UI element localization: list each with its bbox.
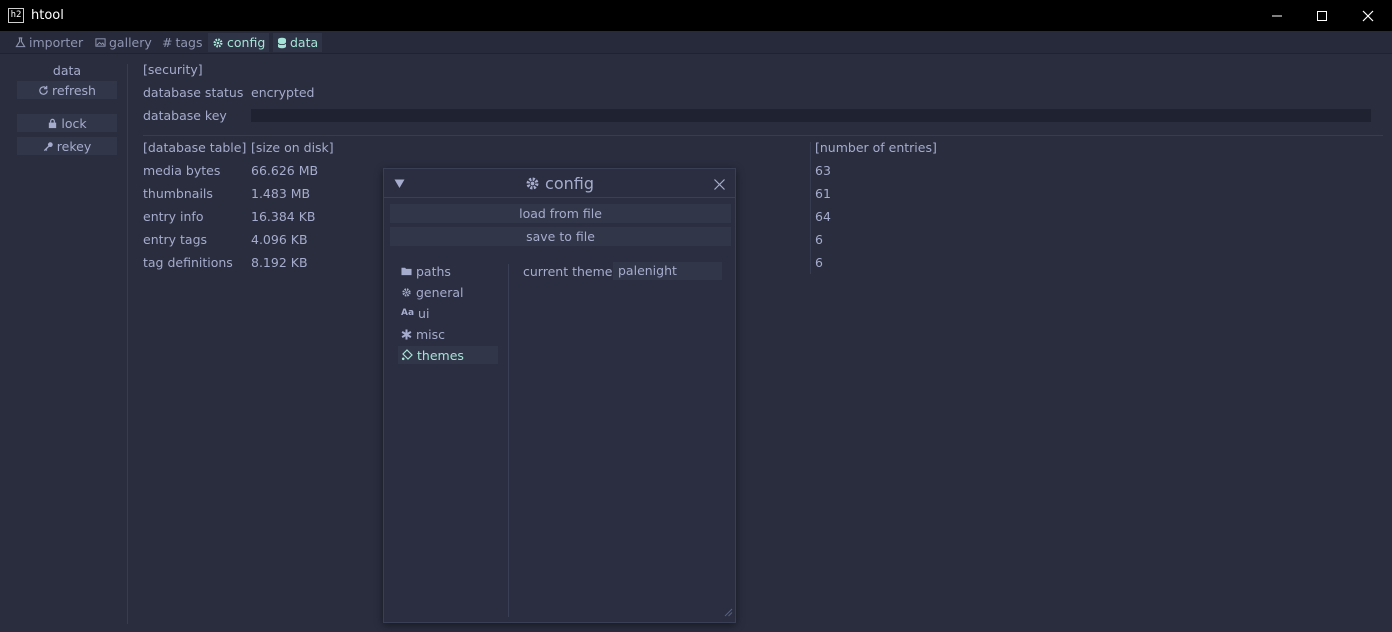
resize-grip-icon	[724, 608, 733, 617]
table-header-size: [size on disk]	[251, 140, 334, 155]
minimize-button[interactable]	[1254, 0, 1300, 31]
table-cell-name: entry tags	[143, 232, 208, 247]
tab-label: importer	[29, 35, 84, 50]
minimize-icon	[1272, 15, 1282, 16]
rekey-label: rekey	[56, 138, 92, 154]
hash-icon: #	[162, 35, 173, 50]
column-divider	[810, 142, 811, 274]
tab-bar: importer gallery # tags config data	[0, 31, 1392, 54]
table-cell-count: 6	[815, 232, 823, 247]
database-icon	[277, 37, 287, 48]
asterisk-icon	[401, 328, 412, 340]
key-icon	[43, 141, 53, 151]
table-cell-count: 63	[815, 163, 831, 178]
gear-icon	[213, 38, 223, 47]
security-header: [security]	[143, 62, 203, 77]
config-window-header[interactable]: config	[384, 169, 735, 198]
image-icon	[95, 38, 106, 47]
table-cell-name: media bytes	[143, 163, 221, 178]
nav-label: ui	[418, 305, 430, 321]
current-theme-select[interactable]: palenight	[613, 262, 722, 280]
config-nav-general[interactable]: general	[398, 283, 498, 301]
config-nav-divider	[508, 264, 509, 617]
table-cell-name: tag definitions	[143, 255, 233, 270]
config-nav-themes[interactable]: themes	[398, 346, 498, 364]
refresh-button[interactable]: refresh	[17, 81, 117, 99]
sidebar: data refresh lock rekey	[0, 55, 128, 625]
sidebar-title: data	[52, 63, 82, 78]
font-icon: Aa	[401, 308, 415, 318]
table-cell-size: 66.626 MB	[251, 163, 319, 178]
table-cell-count: 61	[815, 186, 831, 201]
close-button[interactable]	[1345, 0, 1391, 31]
table-cell-size: 16.384 KB	[251, 209, 316, 224]
config-window: config load from file save to file paths…	[383, 168, 736, 623]
config-nav-misc[interactable]: misc	[398, 325, 498, 343]
tab-gallery[interactable]: gallery	[91, 33, 156, 52]
tab-importer[interactable]: importer	[11, 33, 87, 52]
tab-config[interactable]: config	[208, 33, 270, 52]
current-theme-label: current theme	[523, 264, 613, 279]
tab-tags[interactable]: # tags	[158, 33, 207, 52]
brush-icon	[401, 349, 413, 361]
sidebar-divider	[127, 64, 128, 624]
load-from-file-button[interactable]: load from file	[390, 204, 731, 223]
title-bar: h2 htool	[0, 0, 1392, 31]
rekey-button[interactable]: rekey	[17, 137, 117, 155]
lock-button[interactable]: lock	[17, 114, 117, 132]
config-close-button[interactable]	[714, 178, 725, 193]
tab-label: config	[227, 35, 266, 50]
refresh-icon	[39, 85, 48, 95]
gear-icon	[402, 287, 411, 297]
tab-label: tags	[175, 35, 203, 50]
config-window-title: config	[384, 174, 735, 193]
config-nav-ui[interactable]: Aa ui	[398, 304, 498, 322]
tab-data[interactable]: data	[273, 33, 323, 52]
config-title-text: config	[545, 174, 594, 193]
refresh-label: refresh	[52, 82, 96, 98]
resize-grip[interactable]	[724, 605, 733, 620]
nav-label: themes	[417, 347, 464, 363]
nav-label: paths	[416, 263, 451, 279]
table-cell-name: entry info	[143, 209, 204, 224]
section-divider	[143, 135, 1383, 136]
maximize-icon	[1317, 10, 1327, 21]
tab-label: data	[290, 35, 319, 50]
close-icon	[1362, 10, 1374, 21]
flask-icon	[15, 37, 26, 48]
folder-icon	[401, 267, 412, 276]
table-cell-size: 4.096 KB	[251, 232, 308, 247]
table-cell-count: 64	[815, 209, 831, 224]
close-icon	[714, 179, 725, 190]
gear-icon	[526, 177, 539, 190]
table-header-count: [number of entries]	[815, 140, 937, 155]
database-key-input[interactable]	[251, 109, 1371, 122]
app-icon: h2	[8, 8, 24, 23]
database-key-label: database key	[143, 108, 227, 123]
maximize-button[interactable]	[1299, 0, 1345, 31]
nav-label: misc	[416, 326, 446, 342]
tab-label: gallery	[109, 35, 152, 50]
save-to-file-button[interactable]: save to file	[390, 227, 731, 246]
lock-icon	[49, 118, 57, 128]
table-cell-size: 1.483 MB	[251, 186, 311, 201]
table-header-name: [database table]	[143, 140, 247, 155]
table-cell-size: 8.192 KB	[251, 255, 308, 270]
database-status-label: database status	[143, 85, 244, 100]
table-cell-count: 6	[815, 255, 823, 270]
window-title: htool	[31, 8, 64, 23]
config-nav-paths[interactable]: paths	[398, 262, 498, 280]
lock-label: lock	[61, 115, 87, 131]
table-cell-name: thumbnails	[143, 186, 213, 201]
nav-label: general	[416, 284, 464, 300]
database-status-value: encrypted	[251, 85, 315, 100]
